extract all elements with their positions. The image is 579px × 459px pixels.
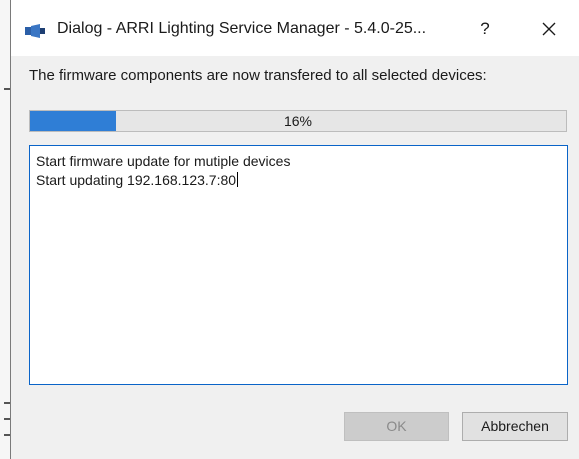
status-message: The firmware components are now transfer… bbox=[29, 67, 487, 84]
close-icon bbox=[542, 22, 556, 36]
update-log-textarea[interactable]: Start firmware update for mutiple device… bbox=[29, 145, 568, 385]
ok-button[interactable]: OK bbox=[344, 412, 449, 441]
arri-app-icon bbox=[25, 24, 45, 38]
log-line: Start firmware update for mutiple device… bbox=[36, 153, 291, 169]
window-title: Dialog - ARRI Lighting Service Manager -… bbox=[57, 20, 427, 37]
firmware-update-dialog: Dialog - ARRI Lighting Service Manager -… bbox=[10, 0, 579, 459]
log-line-active: Start updating 192.168.123.7:80 bbox=[36, 171, 561, 190]
help-button[interactable]: ? bbox=[465, 12, 505, 46]
progress-label: 16% bbox=[283, 113, 313, 129]
text-caret bbox=[237, 172, 239, 187]
cancel-button[interactable]: Abbrechen bbox=[462, 412, 568, 441]
close-button[interactable] bbox=[526, 12, 572, 46]
title-bar[interactable]: Dialog - ARRI Lighting Service Manager -… bbox=[11, 0, 579, 56]
background-window-edge bbox=[0, 0, 10, 459]
log-line-text: Start updating 192.168.123.7:80 bbox=[36, 172, 237, 188]
progress-bar: 16% bbox=[29, 110, 567, 132]
